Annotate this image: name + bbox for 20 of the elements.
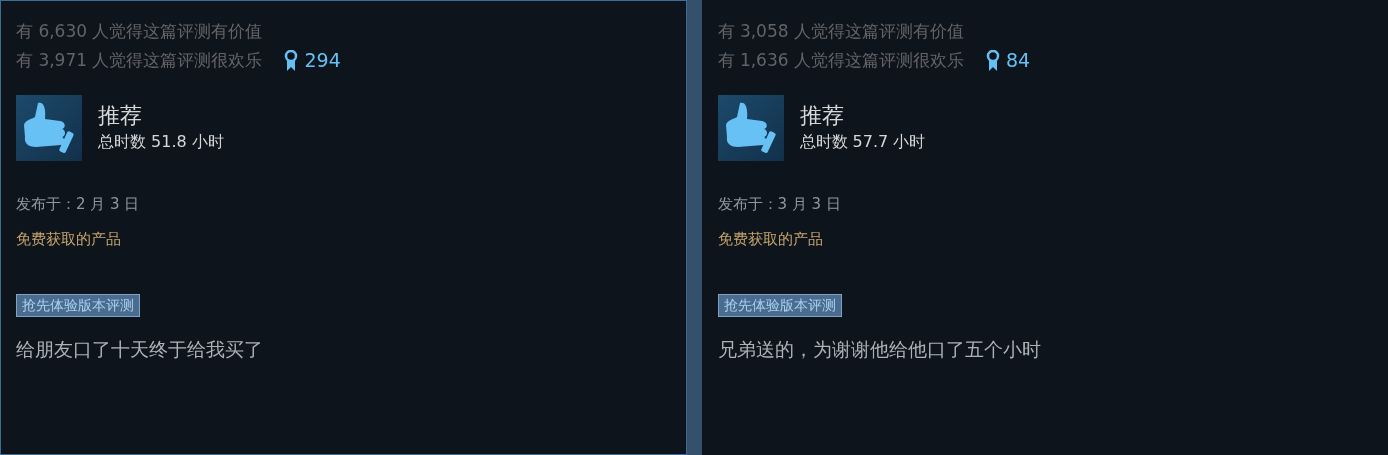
verdict-title: 推荐: [799, 102, 845, 130]
posted-date: 发布于：3 月 3 日: [717, 194, 842, 215]
free-product-label: 免费获取的产品: [16, 228, 122, 250]
funny-count: 有 3,971 人觉得这篇评测很欢乐: [16, 49, 263, 72]
review-text: 给朋友口了十天终于给我买了: [16, 337, 264, 362]
award-icon: [284, 49, 299, 72]
review-text: 兄弟送的，为谢谢他给他口了五个小时: [717, 337, 1042, 362]
funny-count: 有 1,636 人觉得这篇评测很欢乐: [717, 49, 964, 72]
award-count: 294: [304, 48, 341, 74]
free-product-label: 免费获取的产品: [717, 228, 824, 250]
hours-played: 总时数 51.8 小时: [98, 131, 224, 153]
helpful-count: 有 3,058 人觉得这篇评测有价值: [717, 20, 965, 43]
verdict-title: 推荐: [98, 102, 143, 130]
award-icon: [986, 49, 1000, 72]
early-access-tag: 抢先体验版本评测: [16, 294, 140, 317]
award-count: 84: [1006, 48, 1031, 74]
hours-played: 总时数 57.7 小时: [799, 131, 926, 153]
helpful-count: 有 6,630 人觉得这篇评测有价值: [16, 20, 264, 43]
posted-date: 发布于：2 月 3 日: [16, 194, 141, 215]
early-access-tag: 抢先体验版本评测: [717, 294, 842, 317]
